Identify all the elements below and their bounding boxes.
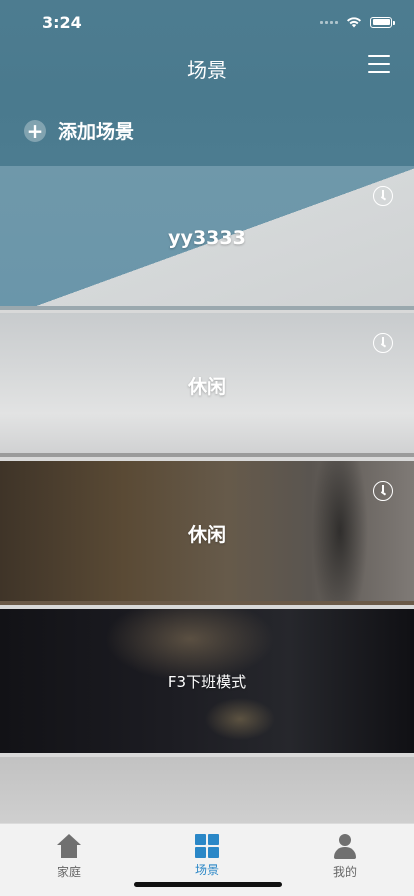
tab-home[interactable]: 家庭	[24, 834, 114, 880]
page-title: 场景	[187, 58, 227, 82]
scene-card-leisure-2[interactable]: 休闲	[0, 461, 414, 605]
clock-icon[interactable]	[373, 186, 393, 206]
tab-label: 我的	[332, 865, 357, 879]
status-time: 3:24	[42, 13, 82, 32]
scene-name: yy3333	[168, 227, 246, 249]
scene-card-partial[interactable]	[0, 757, 414, 823]
clock-icon[interactable]	[373, 481, 393, 501]
plus-circle-icon: +	[24, 119, 46, 142]
clock-icon[interactable]	[373, 333, 393, 353]
scene-card-leisure-1[interactable]: 休闲	[0, 313, 414, 457]
add-scene-label: 添加场景	[58, 121, 135, 143]
tab-scenes[interactable]: 场景	[162, 834, 252, 878]
add-scene-button[interactable]: + 添加场景	[24, 117, 134, 144]
tab-mine[interactable]: 我的	[300, 834, 390, 880]
home-icon	[56, 834, 82, 860]
scene-name: 休闲	[187, 375, 226, 398]
scene-card-f3-off-work[interactable]: F3下班模式	[0, 609, 414, 753]
header-area: 3:24 场景 + 添加场景	[0, 0, 414, 166]
status-icons	[320, 14, 395, 30]
cellular-signal-icon	[320, 20, 338, 24]
scene-name: 休闲	[187, 523, 226, 546]
wifi-icon	[347, 17, 361, 28]
battery-icon	[370, 16, 395, 28]
person-icon	[332, 834, 358, 860]
scene-name: F3下班模式	[167, 672, 247, 691]
grid-icon	[195, 834, 219, 858]
home-indicator	[134, 882, 282, 887]
scene-card-yy3333[interactable]: yy3333	[0, 166, 414, 310]
tab-label: 场景	[194, 863, 219, 877]
hamburger-menu-icon[interactable]	[368, 55, 390, 77]
tab-label: 家庭	[56, 865, 81, 879]
